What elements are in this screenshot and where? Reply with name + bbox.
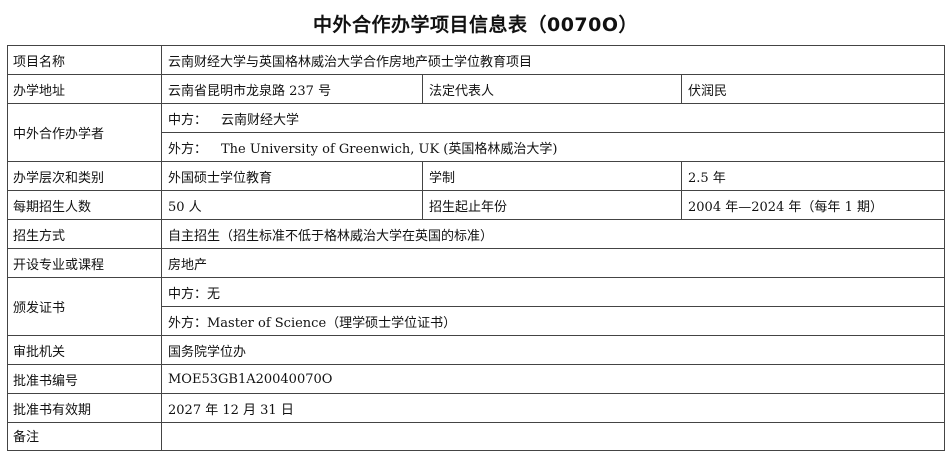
value-legal-rep: 伏润民: [681, 74, 945, 104]
value-program: 房地产: [161, 248, 945, 278]
label-approval-number: 批准书编号: [7, 364, 162, 394]
partner-cn-name: 云南财经大学: [221, 112, 300, 128]
label-certificate: 颁发证书: [7, 277, 162, 336]
value-project-name: 云南财经大学与英国格林威治大学合作房地产硕士学位教育项目: [161, 45, 945, 75]
value-certificate-cn: 中方：无: [161, 277, 945, 307]
table-row: 每期招生人数 50 人 招生起止年份 2004 年—2024 年（每年 1 期）: [7, 190, 945, 220]
label-legal-rep: 法定代表人: [422, 74, 682, 104]
label-authority: 审批机关: [7, 335, 162, 365]
label-enrollment-years: 招生起止年份: [422, 190, 682, 220]
value-approval-number: MOE53GB1A20040070O: [161, 364, 945, 394]
table-row: 办学地址 云南省昆明市龙泉路 237 号 法定代表人 伏润民: [7, 74, 945, 104]
value-admission-method: 自主招生（招生标准不低于格林威治大学在英国的标准）: [161, 219, 945, 249]
value-certificate-foreign: 外方：Master of Science（理学硕士学位证书）: [161, 306, 945, 336]
table-row: 招生方式 自主招生（招生标准不低于格林威治大学在英国的标准）: [7, 219, 945, 249]
table-row: 中外合作办学者 中方： 云南财经大学: [7, 103, 945, 162]
value-remarks: [161, 422, 945, 451]
value-partner-cn: 中方： 云南财经大学: [161, 103, 945, 133]
page-title: 中外合作办学项目信息表（0070O）: [312, 14, 639, 36]
value-validity: 2027 年 12 月 31 日: [161, 393, 945, 423]
partner-cn-prefix: 中方：: [168, 112, 208, 128]
table-row: 项目名称 云南财经大学与英国格林威治大学合作房地产硕士学位教育项目: [7, 45, 945, 75]
label-admission-method: 招生方式: [7, 219, 162, 249]
value-enrollment: 50 人: [161, 190, 423, 220]
label-level: 办学层次和类别: [7, 161, 162, 191]
table-row: 开设专业或课程 房地产: [7, 248, 945, 278]
table-row: 颁发证书 中方：无: [7, 277, 945, 336]
label-remarks: 备注: [7, 422, 162, 451]
value-level: 外国硕士学位教育: [161, 161, 423, 191]
label-validity: 批准书有效期: [7, 393, 162, 423]
label-program: 开设专业或课程: [7, 248, 162, 278]
partner-foreign-prefix: 外方：: [168, 141, 208, 157]
table-row: 办学层次和类别 外国硕士学位教育 学制 2.5 年: [7, 161, 945, 191]
label-duration: 学制: [422, 161, 682, 191]
project-info-table: 项目名称 云南财经大学与英国格林威治大学合作房地产硕士学位教育项目 办学地址 云…: [7, 45, 945, 451]
value-duration: 2.5 年: [681, 161, 945, 191]
table-row: 批准书有效期 2027 年 12 月 31 日: [7, 393, 945, 423]
label-enrollment: 每期招生人数: [7, 190, 162, 220]
table-row: 批准书编号 MOE53GB1A20040070O: [7, 364, 945, 394]
value-address: 云南省昆明市龙泉路 237 号: [161, 74, 423, 104]
table-row: 备注: [7, 422, 945, 451]
label-partners: 中外合作办学者: [7, 103, 162, 162]
label-project-name: 项目名称: [7, 45, 162, 75]
table-row: 审批机关 国务院学位办: [7, 335, 945, 365]
partner-foreign-name: The University of Greenwich, UK (英国格林威治大…: [221, 141, 558, 157]
value-enrollment-years: 2004 年—2024 年（每年 1 期）: [681, 190, 945, 220]
value-partner-foreign: 外方： The University of Greenwich, UK (英国格林…: [161, 132, 945, 162]
label-address: 办学地址: [7, 74, 162, 104]
value-authority: 国务院学位办: [161, 335, 945, 365]
